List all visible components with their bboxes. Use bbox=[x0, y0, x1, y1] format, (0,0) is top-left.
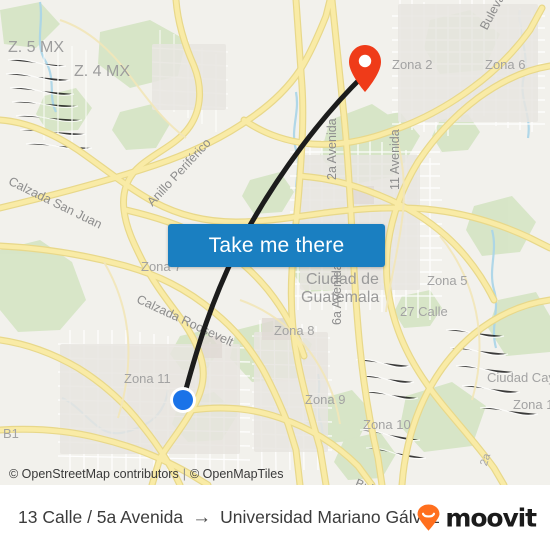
trip-destination-label: Universidad Mariano Gálvez bbox=[220, 507, 440, 527]
trip-origin-label: 13 Calle / 5a Avenida bbox=[18, 507, 184, 527]
attribution-tiles[interactable]: © OpenMapTiles bbox=[190, 467, 284, 481]
attribution-osm[interactable]: © OpenStreetMap contributors bbox=[9, 467, 179, 481]
moovit-trip-map-screen: Z. 5 MX Z. 4 MX Zona 2 Zona 6 Bulevar La Calz… bbox=[0, 0, 550, 550]
trip-footer: 13 Calle / 5a Avenida → Universidad Mari… bbox=[0, 485, 550, 550]
moovit-wordmark: moovit bbox=[445, 503, 537, 532]
map-attribution: © OpenStreetMap contributors | © OpenMap… bbox=[0, 463, 550, 485]
moovit-logo[interactable]: moovit bbox=[415, 503, 537, 532]
trip-summary: 13 Calle / 5a Avenida → Universidad Mari… bbox=[18, 507, 440, 528]
moovit-pin-icon bbox=[417, 504, 440, 531]
arrow-right-icon: → bbox=[192, 507, 212, 528]
attribution-separator: | bbox=[182, 467, 186, 481]
map-canvas[interactable]: Z. 5 MX Z. 4 MX Zona 2 Zona 6 Bulevar La Calz… bbox=[0, 0, 550, 485]
take-me-there-button[interactable]: Take me there bbox=[168, 224, 385, 267]
